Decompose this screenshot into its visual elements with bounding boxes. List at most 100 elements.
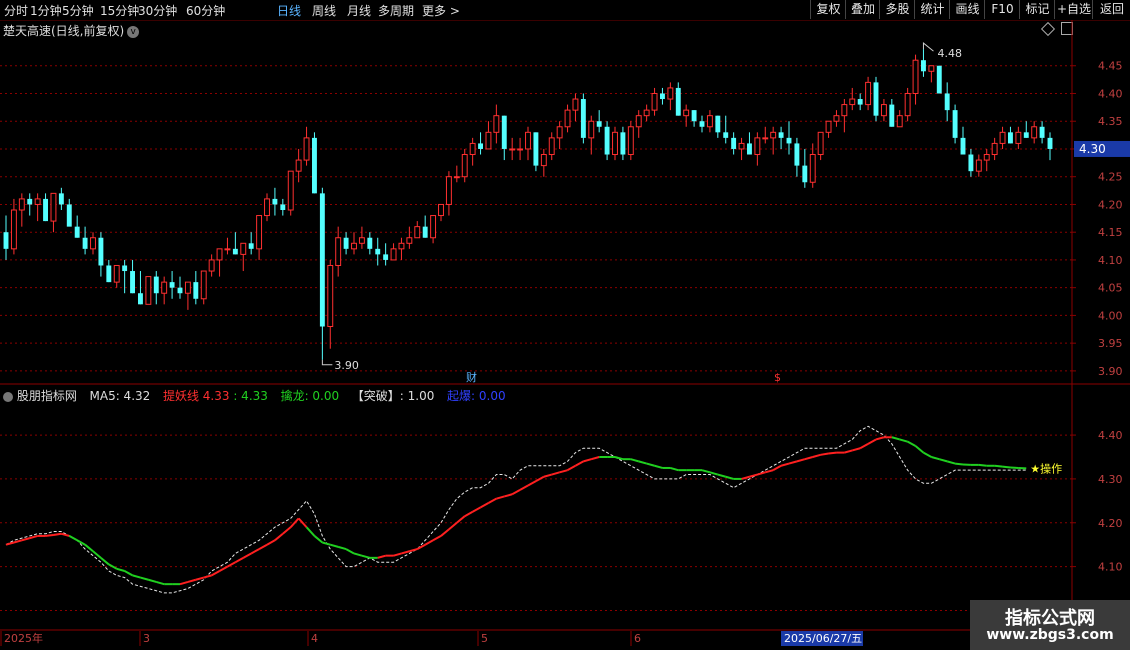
candle-body xyxy=(351,242,357,250)
ma-segment xyxy=(132,574,141,579)
tiyao-value1: 4.33 xyxy=(202,389,230,403)
ma-segment xyxy=(432,535,442,542)
candle-body xyxy=(153,276,159,294)
ma-segment xyxy=(13,539,23,544)
candle-body xyxy=(248,243,254,249)
candle-body xyxy=(461,154,468,178)
ma-segment xyxy=(788,460,798,465)
candle-body xyxy=(786,137,792,144)
candle-body xyxy=(572,98,579,111)
candle-body xyxy=(960,137,966,155)
indicator-header: 股朋指标网 MA5: 4.32 提妖线 4.33 : 4.33 擒龙: 0.00… xyxy=(3,387,506,404)
candle-body xyxy=(533,132,539,166)
low-marker xyxy=(321,359,333,366)
candle-body xyxy=(34,198,41,205)
ma-segment xyxy=(401,550,410,555)
ma-segment xyxy=(574,460,584,467)
candle-body xyxy=(604,126,610,155)
ma-segment xyxy=(219,565,228,572)
candle-body xyxy=(952,110,958,138)
ma-segment xyxy=(84,543,94,553)
ma-segment xyxy=(709,471,719,476)
candle-body xyxy=(999,131,1006,144)
ma-segment xyxy=(614,456,624,461)
candle-body xyxy=(857,99,863,105)
candle-body xyxy=(770,131,777,139)
candle-body xyxy=(715,115,721,133)
ma-segment xyxy=(535,475,545,482)
ma-segment xyxy=(749,473,758,478)
ma-segment xyxy=(242,552,252,559)
indicator-toggle-icon[interactable] xyxy=(3,391,13,402)
candle-body xyxy=(208,259,215,272)
ind-tick-label: 4.20 xyxy=(1098,517,1123,530)
price-tick-label: 4.45 xyxy=(1098,60,1123,73)
ma-segment xyxy=(978,463,987,467)
ma-segment xyxy=(274,532,284,542)
candle-body xyxy=(794,143,800,166)
ind-tick-label: 4.40 xyxy=(1098,429,1123,442)
ma-segment xyxy=(464,510,474,518)
candle-body xyxy=(588,120,595,139)
candle-body xyxy=(501,115,507,149)
candle-body xyxy=(445,176,452,205)
candle-body xyxy=(422,226,428,238)
ma-segment xyxy=(68,535,78,542)
candle-body xyxy=(375,248,381,255)
candle-body xyxy=(849,98,856,106)
candle-body xyxy=(928,65,935,72)
candle-body xyxy=(525,131,531,150)
ma-segment xyxy=(29,534,38,540)
ma-segment xyxy=(511,489,521,496)
candle-body xyxy=(184,281,191,294)
candle-body xyxy=(122,265,128,272)
candle-body xyxy=(485,131,492,150)
price-tick-label: 3.95 xyxy=(1098,337,1123,350)
ma-segment xyxy=(504,493,513,498)
candle-body xyxy=(517,148,524,151)
ma-segment xyxy=(994,464,1003,468)
candle-body xyxy=(312,137,317,194)
ma-segment xyxy=(148,578,157,583)
ma-segment xyxy=(591,456,600,461)
candle-body xyxy=(398,242,405,250)
candle-body xyxy=(74,226,80,238)
ma-segment xyxy=(954,462,964,466)
ma-segment xyxy=(377,554,386,559)
candle-body xyxy=(10,209,17,250)
candle-body xyxy=(627,126,634,156)
candle-body xyxy=(453,176,460,179)
candle-body xyxy=(130,271,135,294)
ma-segment xyxy=(646,462,655,467)
candle-body xyxy=(1008,132,1013,144)
ma-segment xyxy=(100,557,110,566)
price-tick-label: 4.40 xyxy=(1098,87,1123,100)
ma-segment xyxy=(852,447,861,452)
ma-segment xyxy=(21,537,30,542)
candle-body xyxy=(509,148,516,151)
ma-segment xyxy=(179,580,189,586)
ma-segment xyxy=(899,438,908,443)
candle-body xyxy=(27,198,33,205)
candle-body xyxy=(90,237,96,250)
ma-segment xyxy=(226,561,236,568)
ma-segment xyxy=(527,480,537,487)
indicator-name[interactable]: 股朋指标网 xyxy=(17,389,77,403)
ma-segment xyxy=(717,473,726,478)
candle-body xyxy=(556,126,563,139)
ma-segment xyxy=(567,464,576,472)
candle-body xyxy=(921,60,926,72)
date-label: 4 xyxy=(311,632,318,645)
candle-body xyxy=(327,264,334,328)
candle-body xyxy=(43,198,48,222)
ma-segment xyxy=(409,548,418,553)
candle-body xyxy=(747,143,752,155)
candle-body xyxy=(912,59,919,94)
candle-body xyxy=(66,204,72,227)
candle-body xyxy=(817,131,824,156)
candle-body xyxy=(643,109,650,117)
candle-body xyxy=(18,198,25,211)
price-tick-label: 4.10 xyxy=(1098,254,1123,267)
ma-segment xyxy=(234,556,244,564)
price-tick-label: 4.05 xyxy=(1098,282,1123,295)
